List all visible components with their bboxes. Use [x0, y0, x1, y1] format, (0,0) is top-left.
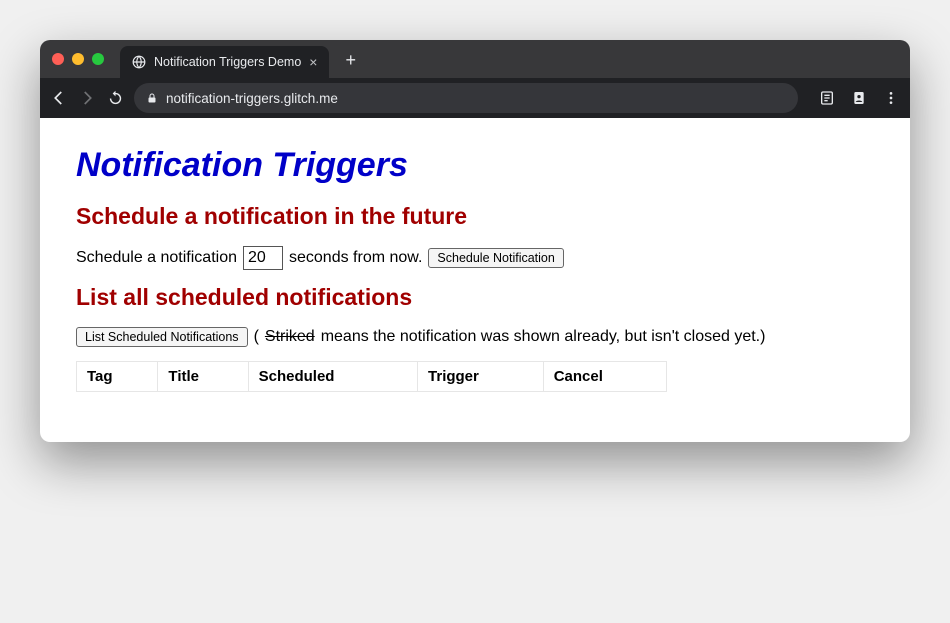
- toolbar: notification-triggers.glitch.me: [40, 78, 910, 118]
- notifications-table: Tag Title Scheduled Trigger Cancel: [76, 361, 667, 392]
- schedule-prefix: Schedule a notification: [76, 249, 237, 267]
- list-heading: List all scheduled notifications: [76, 284, 874, 311]
- list-button[interactable]: List Scheduled Notifications: [76, 327, 248, 347]
- window-controls: [52, 53, 104, 65]
- minimize-window-icon[interactable]: [72, 53, 84, 65]
- note-open: (: [254, 328, 259, 346]
- seconds-input[interactable]: [243, 246, 283, 270]
- reader-icon: [819, 90, 835, 106]
- list-row: List Scheduled Notifications ( Striked me…: [76, 327, 874, 347]
- browser-tab[interactable]: Notification Triggers Demo ×: [120, 46, 329, 78]
- reload-icon: [107, 90, 124, 107]
- kebab-icon: [883, 90, 899, 106]
- profile-icon: [851, 90, 867, 106]
- reload-button[interactable]: [106, 89, 124, 107]
- page-title: Notification Triggers: [76, 146, 874, 185]
- col-tag: Tag: [77, 362, 158, 392]
- close-tab-icon[interactable]: ×: [309, 54, 317, 70]
- toolbar-right: [818, 89, 900, 107]
- table-header-row: Tag Title Scheduled Trigger Cancel: [77, 362, 667, 392]
- forward-button[interactable]: [78, 89, 96, 107]
- globe-icon: [132, 55, 146, 69]
- col-title: Title: [158, 362, 248, 392]
- arrow-left-icon: [50, 89, 68, 107]
- lock-icon: [146, 92, 158, 104]
- menu-button[interactable]: [882, 89, 900, 107]
- page-content: Notification Triggers Schedule a notific…: [40, 118, 910, 442]
- note-striked: Striked: [265, 328, 315, 346]
- profile-button[interactable]: [850, 89, 868, 107]
- back-button[interactable]: [50, 89, 68, 107]
- col-trigger: Trigger: [418, 362, 544, 392]
- address-bar[interactable]: notification-triggers.glitch.me: [134, 83, 798, 113]
- reader-mode-button[interactable]: [818, 89, 836, 107]
- maximize-window-icon[interactable]: [92, 53, 104, 65]
- browser-window: Notification Triggers Demo × + notificat…: [40, 40, 910, 442]
- col-cancel: Cancel: [543, 362, 666, 392]
- schedule-suffix: seconds from now.: [289, 249, 422, 267]
- arrow-right-icon: [78, 89, 96, 107]
- schedule-row: Schedule a notification seconds from now…: [76, 246, 874, 270]
- titlebar: Notification Triggers Demo × +: [40, 40, 910, 78]
- schedule-heading: Schedule a notification in the future: [76, 203, 874, 230]
- close-window-icon[interactable]: [52, 53, 64, 65]
- col-scheduled: Scheduled: [248, 362, 417, 392]
- schedule-button[interactable]: Schedule Notification: [428, 248, 563, 268]
- url-text: notification-triggers.glitch.me: [166, 91, 338, 106]
- new-tab-button[interactable]: +: [345, 50, 356, 71]
- note-rest: means the notification was shown already…: [321, 328, 766, 346]
- tab-title: Notification Triggers Demo: [154, 55, 301, 69]
